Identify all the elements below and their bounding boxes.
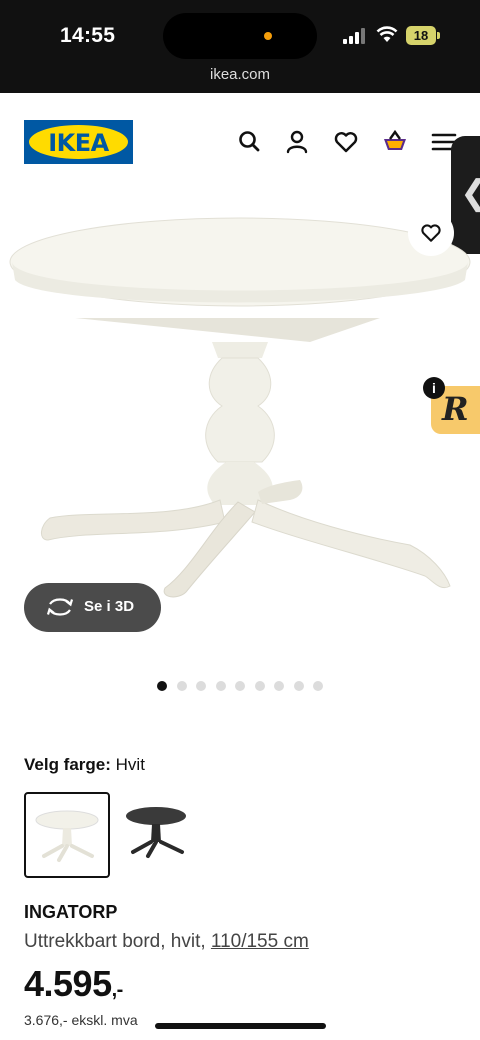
heart-icon	[421, 224, 441, 242]
status-time: 14:55	[60, 24, 116, 47]
cart-icon[interactable]	[381, 128, 409, 156]
dynamic-island	[163, 13, 317, 59]
gallery-dot[interactable]	[176, 681, 187, 691]
cellular-signal-icon	[343, 27, 369, 44]
account-icon[interactable]	[283, 128, 311, 156]
gallery-dot[interactable]	[274, 681, 284, 691]
price-excl-vat: 3.676,- ekskl. mva	[24, 1012, 138, 1028]
ikea-logo[interactable]: IKEA	[24, 120, 133, 164]
gallery-pagination[interactable]	[157, 678, 333, 691]
view-3d-button[interactable]: Se i 3D	[24, 583, 161, 632]
gallery-dot[interactable]	[313, 681, 323, 691]
search-icon[interactable]	[236, 128, 264, 156]
gallery-dot[interactable]	[157, 681, 167, 691]
info-icon[interactable]: i	[423, 377, 445, 399]
price-suffix: ,-	[111, 979, 124, 1001]
gallery-dot[interactable]	[235, 681, 245, 691]
url-bar[interactable]: ikea.com	[0, 66, 480, 83]
gallery-dot[interactable]	[196, 681, 206, 691]
gallery-dot[interactable]	[293, 681, 304, 691]
product-image[interactable]	[0, 200, 480, 620]
gallery-dot[interactable]	[254, 681, 265, 691]
recording-indicator	[264, 32, 272, 40]
color-label: Velg farge:	[24, 755, 111, 774]
view-3d-label: Se i 3D	[84, 598, 135, 615]
description-text: Uttrekkbart bord, hvit,	[24, 931, 206, 952]
color-selector-label: Velg farge: Hvit	[24, 755, 145, 775]
price-value: 4.595	[24, 963, 112, 1004]
r-logo-icon: R	[442, 390, 469, 428]
product-name: INGATORP	[24, 902, 118, 922]
product-price: 4.595,-	[24, 963, 123, 1005]
logo-text: IKEA	[48, 129, 109, 157]
battery-icon: 18	[406, 26, 440, 45]
product-description: Uttrekkbart bord, hvit, 110/155 cm	[24, 931, 309, 953]
size-link[interactable]: 110/155 cm	[211, 931, 309, 952]
color-swatch-white[interactable]	[24, 792, 110, 878]
color-value: Hvit	[115, 755, 145, 774]
add-to-favorites-button[interactable]	[408, 210, 454, 256]
home-indicator[interactable]	[155, 1023, 326, 1029]
gallery-dot[interactable]	[215, 681, 226, 691]
color-swatch-black[interactable]	[114, 792, 200, 878]
status-bar: 14:55 18 ikea.com	[0, 0, 480, 93]
wifi-icon	[376, 26, 398, 42]
rotate-3d-icon	[46, 598, 74, 616]
wishlist-heart-icon[interactable]	[332, 128, 360, 156]
